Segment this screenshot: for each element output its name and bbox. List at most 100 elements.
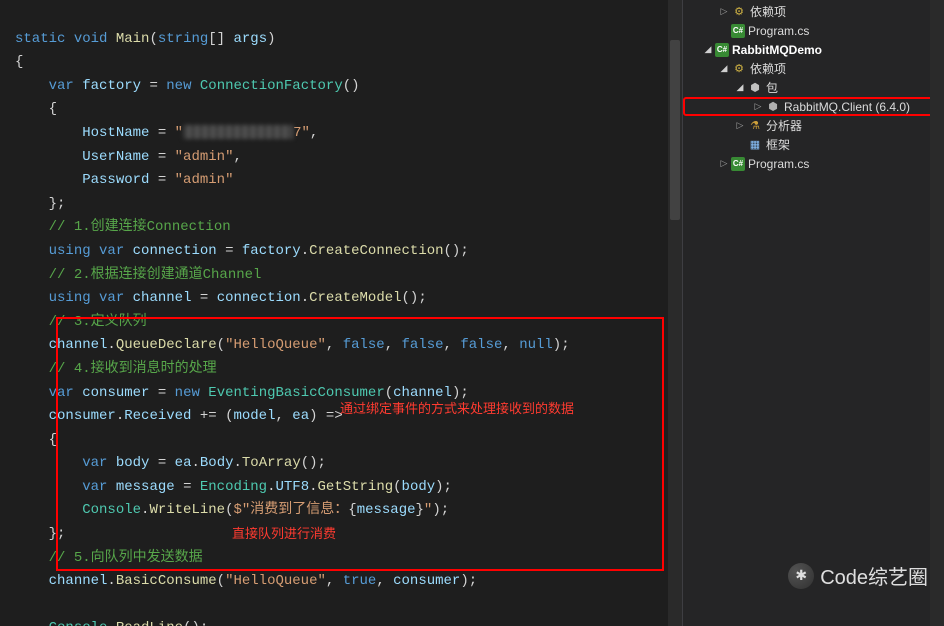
str-host-end: 7" [293,125,310,141]
collapsed-caret-icon[interactable] [717,6,731,17]
bool-f3: false [460,337,502,353]
comment-2: // 2.根据连接创建通道Channel [49,267,262,283]
code-editor[interactable]: static void Main(string[] args) { var fa… [0,0,682,626]
method-getstring: GetString [318,479,394,495]
tree-item[interactable]: C#RabbitMQDemo [683,40,944,59]
csproj-icon: C# [715,43,729,57]
ident-factory2: factory [242,243,301,259]
expanded-caret-icon[interactable] [701,44,715,55]
ident-body2: body [402,479,436,495]
type-connectionfactory: ConnectionFactory [200,78,343,94]
ident-connection: connection [133,243,217,259]
prop-received: Received [124,408,191,424]
tree-item-label: RabbitMQ.Client (6.4.0) [784,100,910,114]
kw-using1: using [49,243,91,259]
prop-password: Password [82,172,149,188]
kw-var: var [49,78,74,94]
obscured-host [183,125,293,139]
kw-var4: var [49,385,74,401]
comment-4: // 4.接收到消息时的处理 [49,361,217,377]
solution-scrollbar[interactable] [930,0,944,626]
ident-ea: ea [175,455,192,471]
kw-new2: new [175,385,200,401]
tree-item[interactable]: ⬢RabbitMQ.Client (6.4.0) [683,97,944,116]
collapsed-caret-icon[interactable] [717,158,731,169]
tree-item-label: 分析器 [766,117,802,134]
prop-utf8: UTF8 [276,479,310,495]
tree-item[interactable]: ⬢包 [683,78,944,97]
kw-var5: var [82,455,107,471]
ident-message2: message [357,502,416,518]
method-createmodel: CreateModel [309,290,401,306]
tree-item[interactable]: C#Program.cs [683,21,944,40]
watermark-text: Code综艺圈 [820,561,928,590]
cs-icon: C# [731,157,745,171]
editor-scrollbar[interactable] [668,0,682,626]
method-toarray: ToArray [242,455,301,471]
str-consumed-a: $"消费到了信息： [233,502,348,518]
ident-connection2: connection [217,290,301,306]
ident-consumer2: consumer [49,408,116,424]
collapsed-caret-icon[interactable] [751,101,765,112]
expanded-caret-icon[interactable] [733,82,747,93]
prop-body: Body [200,455,234,471]
collapsed-caret-icon[interactable] [733,120,747,131]
tree-item-label: 框架 [766,136,790,153]
method-queuedeclare: QueueDeclare [116,337,217,353]
pkg-icon: ⬢ [747,81,763,95]
ident-factory: factory [82,78,141,94]
type-encoding: Encoding [200,479,267,495]
tree-item-label: RabbitMQDemo [732,43,822,57]
dep-icon: ⚙ [731,62,747,76]
kw-string: string [158,31,208,47]
prop-hostname: HostName [82,125,149,141]
method-basicconsume: BasicConsume [116,573,217,589]
tree-item[interactable]: ⚙依赖项 [683,59,944,78]
nuget-icon: ⬢ [765,100,781,114]
method-createconnection: CreateConnection [309,243,443,259]
kw-static: static [15,31,65,47]
tree-item-label: Program.cs [748,157,809,171]
tree-item[interactable]: C#Program.cs [683,154,944,173]
kw-null: null [519,337,553,353]
type-console2: Console [49,620,108,626]
kw-void: void [74,31,108,47]
method-main: Main [116,31,150,47]
kw-var2: var [99,243,124,259]
tree-item[interactable]: ⚗分析器 [683,116,944,135]
ident-channel4: channel [49,573,108,589]
caret-none [717,26,731,36]
solution-explorer[interactable]: ⚙依赖项 C#Program.csC#RabbitMQDemo⚙依赖项⬢包⬢Ra… [682,0,944,626]
kw-var6: var [82,479,107,495]
ident-channel2: channel [49,337,108,353]
bool-f1: false [343,337,385,353]
comment-3: // 3.定义队列 [49,314,147,330]
dep-icon: ⚙ [731,5,747,19]
method-writeline: WriteLine [149,502,225,518]
ident-channel: channel [133,290,192,306]
ident-channel3: channel [393,385,452,401]
watermark: ✱ Code综艺圈 [788,561,928,590]
str-helloqueue2: "HelloQueue" [225,573,326,589]
editor-scrollbar-thumb[interactable] [670,40,680,220]
solution-tree[interactable]: ⚙依赖项 C#Program.csC#RabbitMQDemo⚙依赖项⬢包⬢Ra… [683,0,944,173]
tree-item-label: 依赖项 [750,60,786,77]
code-content[interactable]: static void Main(string[] args) { var fa… [0,0,682,626]
str-host-start: " [175,125,183,141]
tree-item-label: Program.cs [748,24,809,38]
method-readline: ReadLine [116,620,183,626]
bool-f2: false [402,337,444,353]
bool-t: true [343,573,377,589]
expanded-caret-icon[interactable] [717,63,731,74]
param-model: model [233,408,275,424]
tree-item[interactable]: ▦框架 [683,135,944,154]
ident-message: message [116,479,175,495]
ident-consumer: consumer [82,385,149,401]
comment-1: // 1.创建连接Connection [49,219,231,235]
param-args: args [234,31,268,47]
cs-icon: C# [731,24,745,38]
tree-item[interactable]: ⚙依赖项 [683,2,944,21]
kw-using2: using [49,290,91,306]
ident-consumer3: consumer [393,573,460,589]
tree-item-label: 包 [766,79,778,96]
